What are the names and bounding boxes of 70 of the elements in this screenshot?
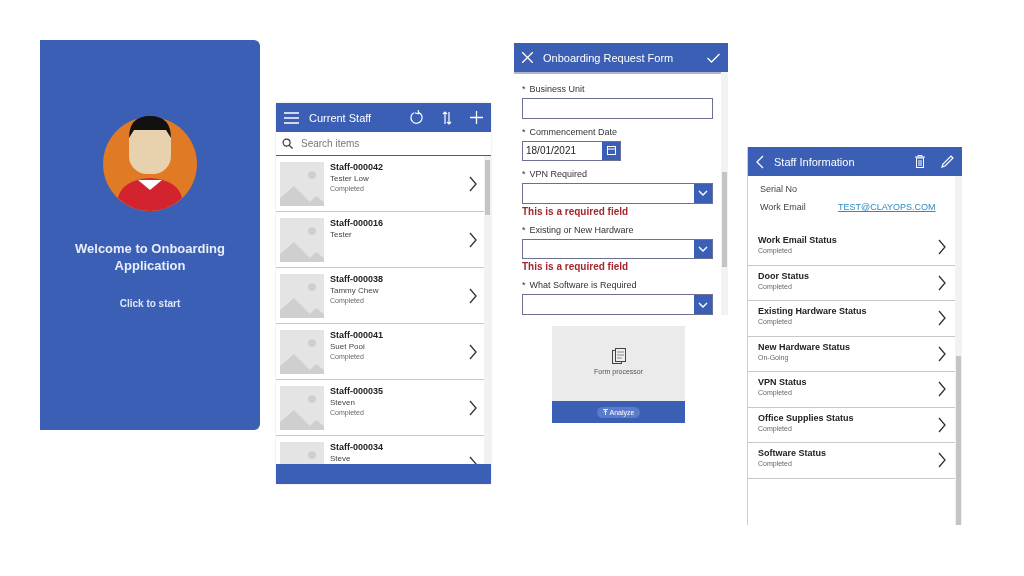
upload-icon	[602, 409, 608, 415]
image-placeholder-icon	[280, 330, 324, 374]
field-label: VPN Required	[529, 169, 588, 180]
pencil-icon[interactable]	[941, 155, 954, 168]
refresh-icon[interactable]	[409, 110, 424, 125]
error-message: This is a required field	[522, 205, 630, 217]
screen-title: Onboarding Request Form	[543, 51, 675, 64]
field-label: What Software is Required	[529, 280, 637, 291]
image-placeholder-icon	[280, 386, 324, 430]
staff-name: Tammy Chew	[330, 286, 380, 295]
required-mark: *	[522, 126, 526, 137]
staff-name: Tester Low	[330, 174, 370, 183]
staff-id: Staff-000034	[330, 442, 385, 452]
checkmark-icon[interactable]	[707, 52, 720, 63]
chevron-down-icon[interactable]	[698, 301, 708, 308]
staff-list-item[interactable]: Staff-000016 Tester	[276, 212, 484, 268]
staff-id: Staff-000016	[330, 218, 385, 228]
error-message: This is a required field	[522, 261, 630, 273]
status-name: New Hardware Status	[758, 341, 852, 352]
status-name: Software Status	[758, 448, 827, 458]
document-icon	[611, 348, 626, 364]
staff-name: Tester	[330, 230, 353, 239]
staff-id: Staff-000042	[330, 162, 385, 172]
screen-title: Staff Information	[774, 155, 856, 168]
date-picker[interactable]: 18/01/2021	[522, 140, 621, 162]
field-label: Existing or New Hardware	[529, 224, 634, 235]
trash-icon[interactable]	[915, 155, 925, 168]
image-placeholder-icon	[280, 274, 324, 318]
dropdown[interactable]	[522, 294, 713, 315]
chevron-down-icon[interactable]	[698, 246, 708, 253]
status-name: Existing Hardware Status	[758, 306, 868, 316]
dropdown[interactable]	[522, 238, 713, 260]
search-icon	[282, 138, 293, 149]
email-link[interactable]: TEST@CLAYOPS.COM	[838, 202, 936, 212]
status-name: Work Email Status	[758, 235, 838, 245]
required-mark: *	[522, 224, 526, 235]
image-placeholder-icon	[280, 218, 324, 262]
staff-name: Steve	[330, 454, 352, 463]
staff-id: Staff-000041	[330, 330, 385, 340]
welcome-title: Welcome to Onboarding Application	[74, 240, 226, 274]
field-label: Business Unit	[529, 84, 585, 94]
staff-name: Suet Pooi	[330, 342, 366, 351]
detail-label: Work Email	[760, 202, 807, 212]
dropdown[interactable]	[522, 183, 713, 204]
search-field[interactable]: Search items	[299, 137, 485, 150]
required-mark: *	[522, 169, 526, 180]
sort-icon[interactable]	[442, 110, 452, 125]
scrollbar[interactable]	[721, 72, 728, 315]
menu-icon[interactable]	[284, 111, 299, 124]
date-field[interactable]: 18/01/2021	[523, 141, 602, 161]
detail-label: Serial No	[760, 184, 798, 194]
required-mark: *	[522, 84, 526, 94]
add-icon[interactable]	[470, 111, 483, 124]
start-button[interactable]: Click to start	[115, 296, 185, 311]
close-icon[interactable]	[522, 52, 533, 63]
status-name: VPN Status	[758, 377, 808, 387]
image-placeholder-icon	[280, 162, 324, 206]
chevron-down-icon[interactable]	[698, 190, 708, 197]
field-label: Commencement Date	[529, 126, 618, 137]
staff-name: Steven	[330, 398, 356, 407]
calendar-icon[interactable]	[606, 146, 616, 156]
scrollbar[interactable]	[484, 156, 491, 464]
status-name: Door Status	[758, 270, 810, 281]
scrollbar[interactable]	[955, 176, 962, 525]
staff-id: Staff-000038	[330, 274, 385, 284]
back-icon[interactable]	[756, 154, 764, 169]
status-name: Office Supplies Status	[758, 412, 855, 423]
screen-title: Current Staff	[309, 111, 373, 124]
required-mark: *	[522, 280, 526, 291]
staff-id: Staff-000035	[330, 386, 385, 396]
